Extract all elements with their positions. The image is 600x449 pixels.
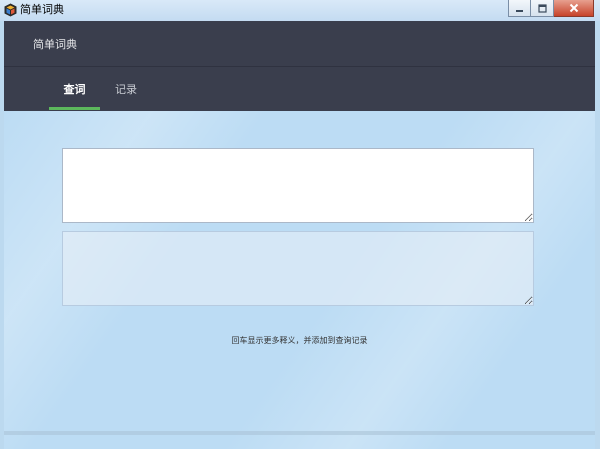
enter-hint-text: 回车显示更多释义，并添加到查询记录 bbox=[231, 336, 368, 345]
app-cube-icon bbox=[4, 3, 17, 17]
bottom-edge bbox=[4, 431, 595, 435]
maximize-button[interactable] bbox=[531, 0, 554, 17]
app-header: 简单词典 查词 记录 bbox=[4, 21, 595, 111]
app-name: 简单词典 bbox=[33, 38, 77, 51]
search-input[interactable] bbox=[62, 148, 534, 223]
active-tab-indicator bbox=[49, 107, 100, 110]
maximize-icon bbox=[537, 3, 547, 13]
title-bar[interactable]: 简单词典 bbox=[0, 0, 600, 21]
window-controls bbox=[508, 0, 594, 18]
window-title: 简单词典 bbox=[20, 3, 64, 16]
close-icon bbox=[569, 3, 578, 13]
tab-query[interactable]: 查词 bbox=[49, 67, 100, 111]
app-window: 简单词典 简单词典 查词 记录 回车显示更多释义，并添加到查询记录 bbox=[0, 0, 600, 449]
tab-records[interactable]: 记录 bbox=[103, 67, 149, 111]
close-button[interactable] bbox=[554, 0, 594, 17]
definition-output[interactable] bbox=[62, 231, 534, 306]
minimize-button[interactable] bbox=[508, 0, 531, 17]
main-content: 回车显示更多释义，并添加到查询记录 bbox=[4, 111, 595, 449]
minimize-icon bbox=[516, 9, 523, 12]
